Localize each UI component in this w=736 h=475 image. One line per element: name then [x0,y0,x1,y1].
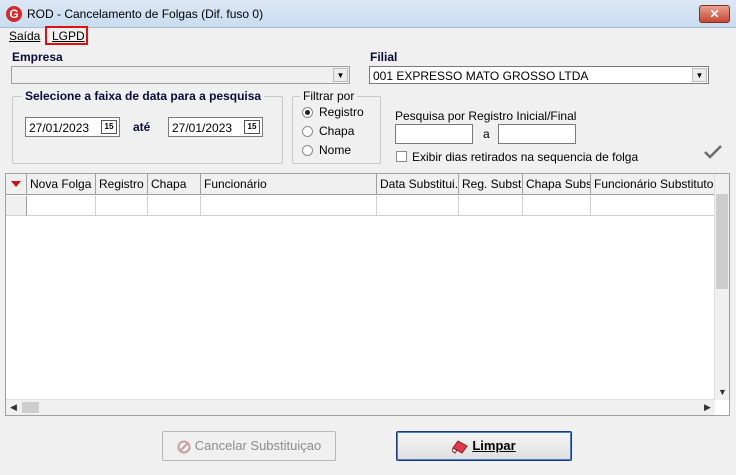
col-data-substituicao[interactable]: Data Substitui... [377,174,459,195]
limpar-button[interactable]: Limpar [396,431,572,461]
col-nova-folga[interactable]: Nova Folga [27,174,96,195]
radio-registro-label: Registro [319,105,364,119]
grid-row-indicator-header[interactable] [6,174,27,195]
menu-item-saida[interactable]: Saída [9,29,40,43]
registro-initial-input[interactable] [395,124,473,144]
chevron-down-icon[interactable]: ▼ [333,68,348,82]
col-funcionario-substituto[interactable]: Funcionário Substituto [591,174,715,195]
table-cell[interactable] [148,196,201,216]
window-title: ROD - Cancelamento de Folgas (Dif. fuso … [27,7,264,21]
filial-label: Filial [370,50,398,64]
registro-search-label: Pesquisa por Registro Inicial/Final [395,109,577,123]
cancel-icon [177,440,191,454]
radio-registro[interactable] [302,107,313,118]
table-cell[interactable] [377,196,459,216]
calendar-icon[interactable]: 15 [101,120,117,134]
radio-chapa-label: Chapa [319,124,355,138]
scroll-down-icon[interactable]: ▼ [715,385,730,400]
col-registro[interactable]: Registro [96,174,148,195]
limpar-label: Limpar [472,438,516,453]
table-cell[interactable] [27,196,96,216]
sort-arrow-icon[interactable] [11,181,21,187]
date-range-title: Selecione a faixa de data para a pesquis… [22,89,265,103]
col-reg-subst[interactable]: Reg. Subst [459,174,523,195]
menu-item-saida-label: Saída [9,29,41,43]
cancelar-substituicao-label: Cancelar Substituiçao [194,438,322,453]
scroll-right-icon[interactable]: ▶ [700,400,715,415]
row-indicator[interactable] [6,196,27,216]
app-logo-icon: G [6,6,22,22]
table-cell[interactable] [459,196,523,216]
exibir-dias-label: Exibir dias retirados na sequencia de fo… [412,150,639,164]
date-separator: até [133,120,151,134]
empresa-label: Empresa [12,50,63,64]
table-cell[interactable] [591,196,715,216]
radio-nome-label: Nome [319,143,352,157]
calendar-icon[interactable]: 15 [244,120,260,134]
col-chapa-subst[interactable]: Chapa Subst [523,174,591,195]
filial-value: 001 EXPRESSO MATO GROSSO LTDA [373,69,589,83]
col-chapa[interactable]: Chapa [148,174,201,195]
col-funcionario[interactable]: Funcionário [201,174,377,195]
chevron-down-icon[interactable]: ▼ [692,68,707,82]
folgas-grid[interactable]: Nova Folga Registro Chapa Funcionário Da… [5,173,730,416]
table-cell[interactable] [523,196,591,216]
menu-bar [0,28,736,45]
lgpd-highlight-box [45,26,88,45]
vertical-scroll-thumb[interactable] [716,194,728,289]
registro-final-input[interactable] [498,124,576,144]
close-window-button[interactable]: ✕ [699,5,730,23]
horizontal-scroll-thumb[interactable] [22,402,39,413]
end-date-input[interactable]: 27/01/2023 15 [168,117,263,137]
end-date-value: 27/01/2023 [172,121,233,135]
grid-header: Nova Folga Registro Chapa Funcionário Da… [6,174,715,195]
radio-nome[interactable] [302,145,313,156]
empresa-combo[interactable]: ▼ [11,66,350,84]
start-date-value: 27/01/2023 [29,121,90,135]
scroll-left-icon[interactable]: ◀ [6,400,21,415]
filial-combo[interactable]: 001 EXPRESSO MATO GROSSO LTDA ▼ [369,66,709,84]
filter-title: Filtrar por [300,89,358,103]
registro-separator: a [483,127,490,141]
exibir-dias-checkbox[interactable] [396,151,407,162]
cancelar-substituicao-button[interactable]: Cancelar Substituiçao [162,431,336,461]
vertical-scrollbar[interactable]: ▼ [714,174,729,400]
confirm-check-icon[interactable] [704,145,722,159]
eraser-icon [452,439,469,454]
table-cell[interactable] [96,196,148,216]
radio-chapa[interactable] [302,126,313,137]
table-cell[interactable] [201,196,377,216]
start-date-input[interactable]: 27/01/2023 15 [25,117,120,137]
horizontal-scrollbar[interactable]: ◀ ▶ [6,399,715,415]
